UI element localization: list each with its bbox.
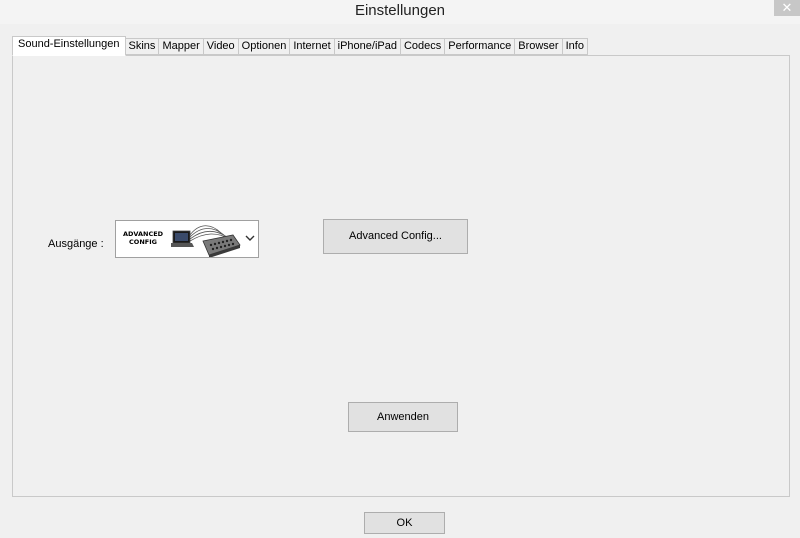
logo-line-2: CONFIG <box>129 238 157 246</box>
advanced-config-button[interactable]: Advanced Config... <box>323 219 468 254</box>
logo-line-1: ADVANCED <box>122 230 164 238</box>
close-icon: ✕ <box>781 0 793 15</box>
ok-button[interactable]: OK <box>364 512 445 534</box>
settings-window: Einstellungen ✕ Sound-Einstellungen Skin… <box>0 0 800 538</box>
tab-options[interactable]: Optionen <box>238 38 291 55</box>
tab-codecs[interactable]: Codecs <box>400 38 446 55</box>
chevron-down-icon[interactable] <box>245 234 255 242</box>
close-button[interactable]: ✕ <box>774 0 800 16</box>
window-title: Einstellungen <box>354 2 446 19</box>
mixer-icon <box>202 234 241 257</box>
tab-strip: Sound-Einstellungen Skins Mapper Video O… <box>12 36 588 56</box>
sound-settings-panel: Ausgänge : ADVANCED CONFIG Advanced Conf… <box>12 55 790 497</box>
laptop-mixer-image <box>171 225 241 257</box>
outputs-dropdown[interactable]: ADVANCED CONFIG <box>115 220 259 258</box>
tab-video[interactable]: Video <box>203 38 239 55</box>
tab-skins[interactable]: Skins <box>125 38 160 55</box>
tab-iphone-ipad[interactable]: iPhone/iPad <box>334 38 401 55</box>
tab-info[interactable]: Info <box>562 38 588 55</box>
advanced-config-logo: ADVANCED CONFIG <box>119 230 167 246</box>
outputs-label: Ausgänge : <box>48 238 104 250</box>
apply-button[interactable]: Anwenden <box>348 402 458 432</box>
title-bar[interactable]: Einstellungen ✕ <box>0 0 800 24</box>
tab-mapper[interactable]: Mapper <box>159 38 204 55</box>
tab-browser[interactable]: Browser <box>515 38 563 55</box>
tab-performance[interactable]: Performance <box>445 38 516 55</box>
tab-sound-settings[interactable]: Sound-Einstellungen <box>12 36 126 56</box>
tab-internet[interactable]: Internet <box>290 38 335 55</box>
